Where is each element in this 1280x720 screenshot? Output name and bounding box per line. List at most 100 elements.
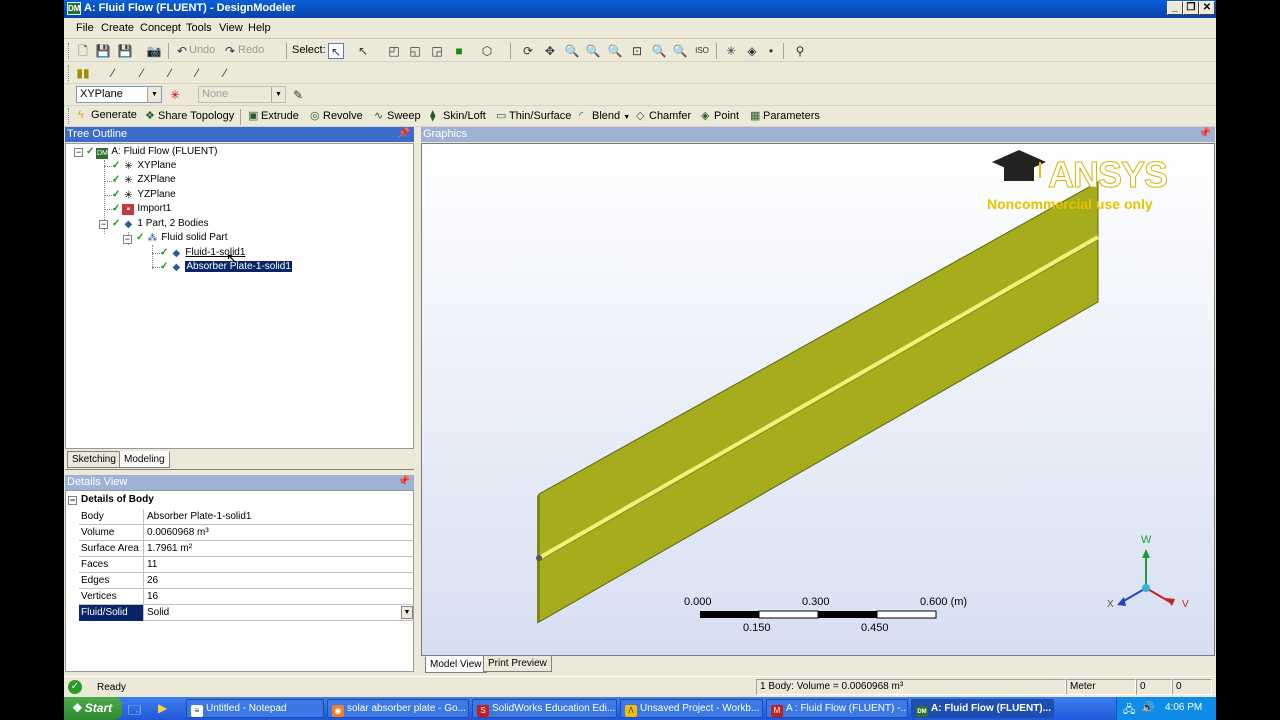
- pin-icon[interactable]: 📌: [398, 475, 410, 489]
- chevron-down-icon[interactable]: ▼: [401, 606, 413, 619]
- revolve-button[interactable]: ◎ Revolve: [310, 109, 363, 122]
- tree-item-zxplane[interactable]: ✓ ✳ ZXPlane: [112, 173, 176, 187]
- tab-model-view[interactable]: Model View: [425, 656, 487, 673]
- collapse-icon[interactable]: −: [99, 220, 108, 229]
- new-plane-icon[interactable]: ⁄: [105, 65, 121, 81]
- menu-view[interactable]: View: [219, 22, 243, 34]
- toolbar-grip[interactable]: [68, 65, 71, 81]
- blend-button[interactable]: ◜ Blend ▼: [579, 109, 630, 122]
- tab-print-preview[interactable]: Print Preview: [483, 655, 552, 672]
- model-canvas[interactable]: [422, 144, 1214, 655]
- undo-button[interactable]: Undo: [189, 44, 215, 56]
- rotate-icon[interactable]: ⟳: [520, 43, 536, 59]
- skin-loft-button[interactable]: ⧫ Skin/Loft: [430, 109, 486, 122]
- menu-help[interactable]: Help: [248, 22, 271, 34]
- extend-selection-icon[interactable]: ⬡: [479, 43, 495, 59]
- fluid-solid-select[interactable]: Solid: [145, 605, 414, 621]
- details-row-volume[interactable]: Volume 0.0060968 m³: [79, 525, 414, 541]
- select-edge-icon[interactable]: ◱: [407, 43, 423, 59]
- tree-item-fluid-solid-part[interactable]: ✓ ⁂ Fluid solid Part: [136, 231, 228, 245]
- redo-button[interactable]: Redo: [238, 44, 264, 56]
- point-button[interactable]: ◈ Point: [701, 109, 739, 122]
- zoom-in-icon[interactable]: 🔍: [585, 43, 601, 59]
- sweep-button[interactable]: ∿ Sweep: [374, 109, 421, 122]
- menu-concept[interactable]: Concept: [140, 22, 181, 34]
- select-face-icon[interactable]: ◲: [429, 43, 445, 59]
- graphics-viewport[interactable]: ANSYS Noncommercial use only 0.000 0.300…: [421, 143, 1215, 656]
- parameters-button[interactable]: ▦ Parameters: [750, 109, 820, 122]
- zoom-box-icon[interactable]: 🔍: [607, 43, 623, 59]
- toolbar-grip[interactable]: [68, 43, 71, 59]
- select-point-icon[interactable]: ◰: [386, 43, 402, 59]
- zoom-to-fit-icon[interactable]: 🔍: [651, 43, 667, 59]
- media-player-icon[interactable]: ▶: [158, 701, 172, 715]
- network-icon[interactable]: 🖧: [1123, 701, 1135, 720]
- menu-file[interactable]: File: [76, 22, 94, 34]
- tab-modeling[interactable]: Modeling: [119, 451, 170, 468]
- select-body-icon[interactable]: ■: [451, 43, 467, 59]
- redo-icon[interactable]: ↷: [222, 43, 238, 59]
- taskbar-button-designmodeler[interactable]: DM A: Fluid Flow (FLUENT)...: [911, 699, 1054, 718]
- taskbar-button-firefox[interactable]: ◉ solar absorber plate - Go...: [327, 699, 469, 718]
- help-icon[interactable]: ⚲: [792, 43, 808, 59]
- zoom-fit-icon[interactable]: ⊡: [629, 43, 645, 59]
- tree-item-import1[interactable]: ✓ ▪ Import1: [112, 202, 171, 216]
- tree-root[interactable]: ✓ DM A: Fluid Flow (FLUENT): [86, 145, 218, 159]
- pin-icon[interactable]: 📌: [398, 127, 410, 141]
- volume-icon[interactable]: 🔊: [1141, 701, 1155, 714]
- triad-icon[interactable]: ✳: [723, 43, 739, 59]
- extrude-button[interactable]: ▣ Extrude: [248, 109, 299, 122]
- look-at-icon[interactable]: ▮▮: [75, 65, 91, 81]
- details-row-vertices[interactable]: Vertices 16: [79, 589, 414, 605]
- share-topology-button[interactable]: ❖ Share Topology: [145, 109, 234, 122]
- tree-item-xyplane[interactable]: ✓ ✳ XYPlane: [112, 159, 176, 173]
- show-desktop-icon[interactable]: 🗔: [128, 701, 142, 717]
- iso-view-icon[interactable]: ISO: [694, 43, 710, 59]
- collapse-icon[interactable]: −: [123, 235, 132, 244]
- details-row-fluid-solid[interactable]: Fluid/Solid Solid ▼: [79, 605, 414, 621]
- new-plane-icon[interactable]: ✳: [167, 87, 183, 103]
- details-row-surface-area[interactable]: Surface Area 1.7961 m²: [79, 541, 414, 557]
- chevron-down-icon[interactable]: ▼: [623, 114, 630, 121]
- details-row-body[interactable]: Body Absorber Plate-1-solid1: [79, 509, 414, 525]
- collapse-icon[interactable]: −: [74, 148, 83, 157]
- details-row-faces[interactable]: Faces 11: [79, 557, 414, 573]
- collapse-icon[interactable]: −: [68, 496, 77, 505]
- zoom-icon[interactable]: 🔍: [564, 43, 580, 59]
- title-bar[interactable]: A: Fluid Flow (FLUENT) - DesignModeler: [64, 0, 1216, 18]
- start-button[interactable]: ❖ Start: [64, 697, 122, 720]
- chamfer-button[interactable]: ◇ Chamfer: [636, 109, 691, 122]
- taskbar-button-notepad[interactable]: ≡ Untitled - Notepad: [186, 699, 324, 718]
- plane-select[interactable]: XYPlane ▼: [76, 86, 162, 103]
- taskbar-button-solidworks[interactable]: S SolidWorks Education Edi...: [472, 699, 617, 718]
- new-sketch-icon[interactable]: ⁄: [134, 65, 150, 81]
- taskbar-button-workbench[interactable]: Λ Unsaved Project - Workb...: [620, 699, 763, 718]
- display-model-icon[interactable]: ◈: [744, 43, 760, 59]
- sketch-tool-icon[interactable]: ⁄: [162, 65, 178, 81]
- close-button[interactable]: ✕: [1199, 1, 1215, 15]
- tab-sketching[interactable]: Sketching: [67, 451, 121, 468]
- new-icon[interactable]: 🗋: [75, 43, 91, 59]
- toolbar-grip[interactable]: [68, 108, 71, 124]
- generate-button[interactable]: ϟ Generate: [78, 109, 137, 121]
- screenshot-icon[interactable]: 📷: [146, 43, 162, 59]
- details-row-edges[interactable]: Edges 26: [79, 573, 414, 589]
- tree-item-parts[interactable]: ✓ ◆ 1 Part, 2 Bodies: [112, 217, 209, 231]
- export-icon[interactable]: 💾: [117, 43, 133, 59]
- pin-icon[interactable]: 📌: [1199, 127, 1211, 141]
- thin-surface-button[interactable]: ▭ Thin/Surface: [496, 109, 571, 122]
- save-icon[interactable]: 💾: [95, 43, 111, 59]
- display-point-icon[interactable]: •: [763, 43, 779, 59]
- chevron-down-icon[interactable]: ▼: [271, 87, 285, 102]
- select-mode-icon[interactable]: ↖: [328, 43, 344, 59]
- sketch-select[interactable]: None ▼: [198, 86, 286, 103]
- select-filter-icon[interactable]: ↖: [355, 43, 371, 59]
- tree-item-yzplane[interactable]: ✓ ✳ YZPlane: [112, 188, 176, 202]
- taskbar-button-fluent-mesh[interactable]: MA : Fluid Flow (FLUENT) -...: [766, 699, 908, 718]
- sketch-tool-icon[interactable]: ⁄: [217, 65, 233, 81]
- new-sketch-icon[interactable]: ✎: [290, 87, 306, 103]
- magnifier-icon[interactable]: 🔍: [672, 43, 688, 59]
- undo-icon[interactable]: ↶: [174, 43, 190, 59]
- menu-create[interactable]: Create: [101, 22, 134, 34]
- chevron-down-icon[interactable]: ▼: [147, 87, 161, 102]
